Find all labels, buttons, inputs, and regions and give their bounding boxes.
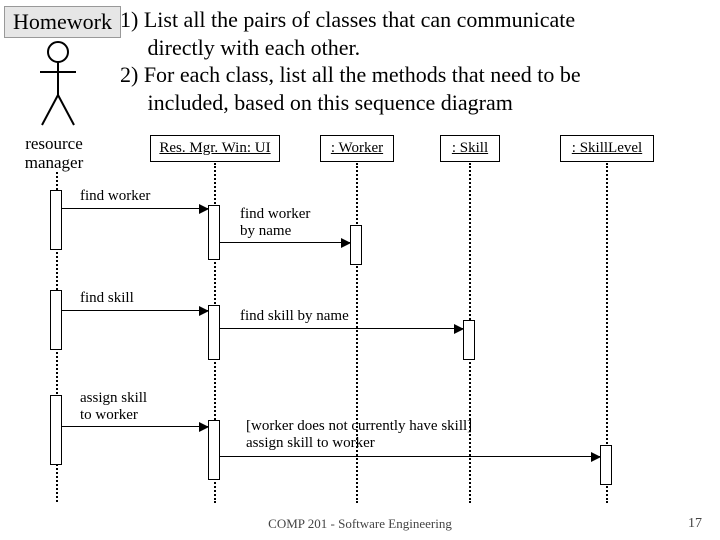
prompt-line1b: directly with each other. (148, 35, 361, 60)
activation-skilllevel-1 (600, 445, 612, 485)
activation-ui-1 (208, 205, 220, 260)
msg-find-skill-label: find skill (80, 290, 134, 307)
homework-label: Homework (4, 6, 121, 38)
activation-ui-2 (208, 305, 220, 360)
msg-assign-skill-label: assign skill to worker (80, 390, 147, 424)
activation-actor-2 (50, 290, 62, 350)
activation-worker-1 (350, 225, 362, 265)
lifeline-skilllevel: : SkillLevel (560, 135, 654, 162)
actor-icon (38, 40, 78, 130)
homework-prompt: 1) List all the pairs of classes that ca… (120, 6, 680, 116)
prompt-line2b: included, based on this sequence diagram (148, 90, 513, 115)
footer-course: COMP 201 - Software Engineering (0, 516, 720, 532)
msg-assign-skill-guarded-label: [worker does not currently have skill] a… (246, 418, 472, 452)
activation-skill-1 (463, 320, 475, 360)
lifeline-skill: : Skill (440, 135, 500, 162)
msg-find-worker (62, 208, 208, 209)
msg-find-worker-by-name (220, 242, 350, 243)
lifeline-ui: Res. Mgr. Win: UI (150, 135, 280, 162)
prompt-line1: 1) List all the pairs of classes that ca… (120, 7, 575, 32)
activation-ui-3 (208, 420, 220, 480)
msg-find-skill (62, 310, 208, 311)
msg-find-skill-by-name (220, 328, 463, 329)
lifeline-worker: : Worker (320, 135, 394, 162)
prompt-line2: 2) For each class, list all the methods … (120, 62, 581, 87)
msg-find-skill-by-name-label: find skill by name (240, 308, 349, 325)
activation-actor-3 (50, 395, 62, 465)
activation-actor-1 (50, 190, 62, 250)
msg-find-worker-by-name-label: find worker by name (240, 206, 310, 240)
msg-assign-skill (62, 426, 208, 427)
msg-find-worker-label: find worker (80, 188, 150, 205)
msg-assign-skill-guarded (220, 456, 600, 457)
lifeline-line-worker (356, 163, 358, 503)
actor-label: resource manager (14, 135, 94, 172)
page-number: 17 (688, 516, 702, 532)
